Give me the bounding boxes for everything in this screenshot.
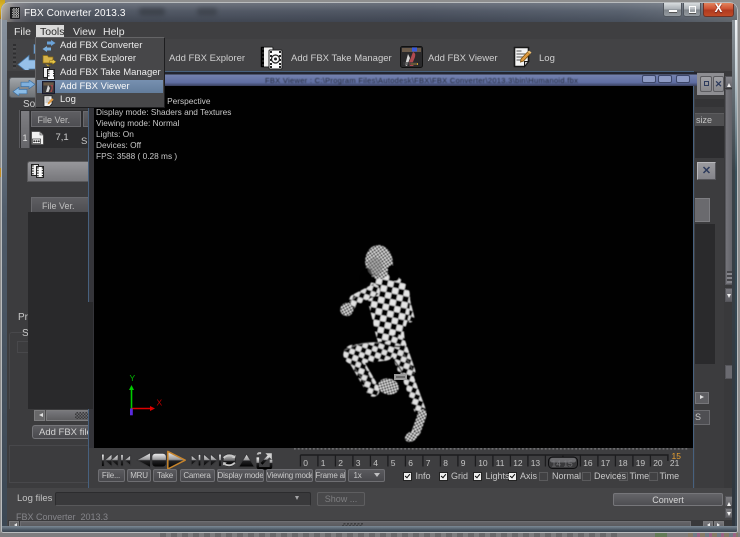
svg-text:18: 18 [618, 458, 628, 468]
svg-text:11: 11 [496, 458, 505, 468]
svg-text:Y: Y [130, 373, 136, 383]
svg-text:7: 7 [426, 458, 431, 468]
svg-text:X: X [157, 398, 163, 408]
svg-text:16: 16 [583, 458, 593, 468]
svg-text:5: 5 [391, 458, 396, 468]
svg-text:3: 3 [356, 458, 361, 468]
svg-text:4: 4 [373, 458, 378, 468]
svg-text:17: 17 [601, 458, 611, 468]
svg-text:1: 1 [321, 458, 326, 468]
svg-text:6: 6 [408, 458, 413, 468]
svg-text:10: 10 [478, 458, 488, 468]
svg-text:13: 13 [531, 458, 541, 468]
svg-text:8: 8 [443, 458, 448, 468]
svg-text:15: 15 [672, 451, 682, 461]
svg-text:0: 0 [303, 458, 308, 468]
svg-text:12: 12 [513, 458, 523, 468]
svg-text:9: 9 [461, 458, 466, 468]
svg-text:19: 19 [636, 458, 646, 468]
svg-text:20: 20 [653, 458, 663, 468]
svg-text:2: 2 [338, 458, 343, 468]
